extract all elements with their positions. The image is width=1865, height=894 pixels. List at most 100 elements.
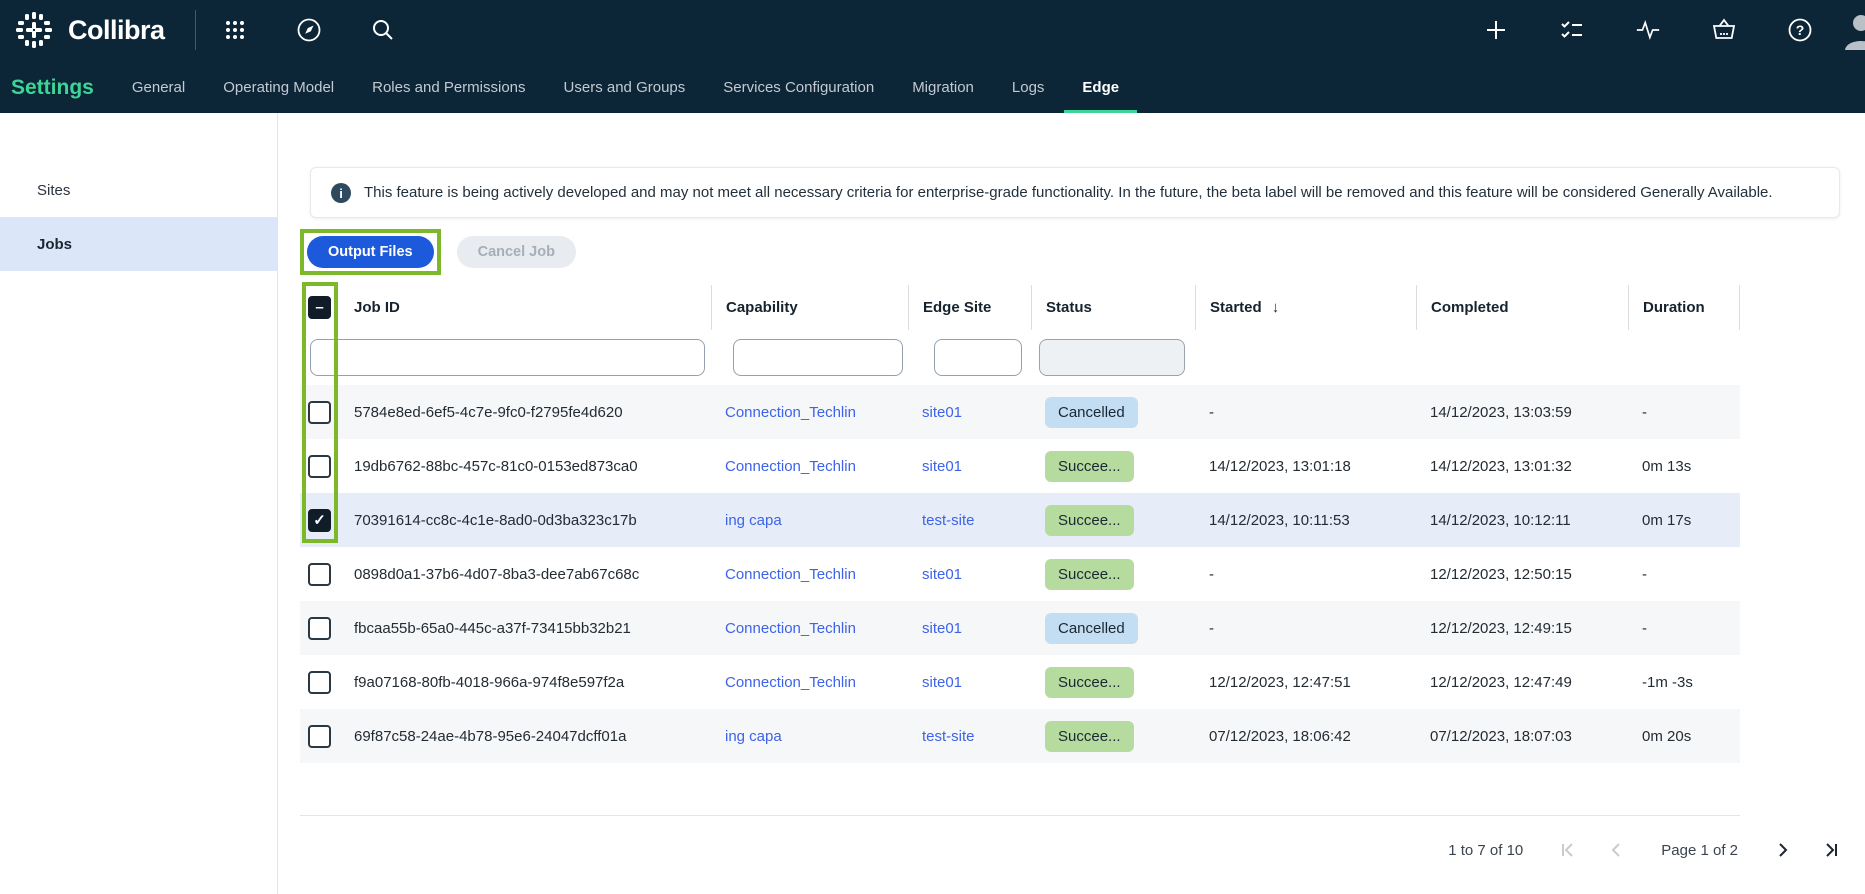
table-row[interactable]: 69f87c58-24ae-4b78-95e6-24047dcff01a ing…	[300, 709, 1740, 763]
tab-roles-and-permissions[interactable]: Roles and Permissions	[372, 79, 525, 113]
apps-grid-icon[interactable]	[222, 17, 248, 43]
edge-site-link[interactable]: site01	[922, 620, 962, 637]
svg-text:?: ?	[1796, 22, 1805, 38]
topbar-divider	[195, 10, 196, 50]
row-checkbox[interactable]	[308, 725, 331, 748]
row-checkbox[interactable]	[308, 671, 331, 694]
pagination-bar: 1 to 7 of 10 Page 1 of 2	[300, 841, 1840, 859]
status-badge: Succee...	[1045, 721, 1134, 752]
status-badge: Succee...	[1045, 667, 1134, 698]
tab-logs[interactable]: Logs	[1012, 79, 1045, 113]
tab-general[interactable]: General	[132, 79, 185, 113]
search-icon[interactable]	[370, 17, 396, 43]
edge-site-link[interactable]: site01	[922, 674, 962, 691]
row-checkbox[interactable]	[308, 617, 331, 640]
completed-cell: 14/12/2023, 10:12:11	[1416, 512, 1628, 529]
capability-link[interactable]: Connection_Techlin	[725, 404, 856, 421]
basket-icon[interactable]	[1711, 17, 1737, 43]
table-row[interactable]: f9a07168-80fb-4018-966a-974f8e597f2a Con…	[300, 655, 1740, 709]
column-header-edge-site[interactable]: Edge Site	[908, 285, 1031, 330]
brand[interactable]: Collibra	[12, 8, 165, 52]
sidebar-item-sites[interactable]: Sites	[0, 163, 277, 217]
edge-site-link[interactable]: test-site	[922, 512, 975, 529]
capability-link[interactable]: Connection_Techlin	[725, 458, 856, 475]
duration-cell: 0m 20s	[1628, 728, 1740, 745]
table-footer-divider	[300, 815, 1740, 816]
compass-icon[interactable]	[296, 17, 322, 43]
status-badge: Cancelled	[1045, 397, 1138, 428]
started-cell: 12/12/2023, 12:47:51	[1195, 674, 1416, 691]
add-plus-icon[interactable]	[1483, 17, 1509, 43]
row-checkbox[interactable]	[308, 401, 331, 424]
edge-site-filter-input[interactable]	[934, 339, 1022, 376]
user-avatar[interactable]	[1841, 10, 1865, 50]
job-id-cell: 19db6762-88bc-457c-81c0-0153ed873ca0	[346, 458, 711, 475]
started-cell: 14/12/2023, 13:01:18	[1195, 458, 1416, 475]
column-header-started[interactable]: Started ↓	[1195, 285, 1416, 330]
first-page-icon[interactable]	[1559, 841, 1577, 859]
sort-descending-icon[interactable]: ↓	[1272, 299, 1280, 316]
duration-cell: 0m 13s	[1628, 458, 1740, 475]
started-cell: -	[1195, 404, 1416, 421]
info-icon: i	[331, 183, 351, 203]
settings-nav: Settings General Operating Model Roles a…	[0, 60, 1865, 113]
collibra-logo-icon	[12, 8, 56, 52]
tab-operating-model[interactable]: Operating Model	[223, 79, 334, 113]
table-row[interactable]: 19db6762-88bc-457c-81c0-0153ed873ca0 Con…	[300, 439, 1740, 493]
tasks-checklist-icon[interactable]	[1559, 17, 1585, 43]
tab-migration[interactable]: Migration	[912, 79, 974, 113]
page-title: Settings	[11, 76, 94, 113]
table-row[interactable]: ✓ 70391614-cc8c-4c1e-8ad0-0d3ba323c17b i…	[300, 493, 1740, 547]
duration-cell: -	[1628, 566, 1740, 583]
completed-cell: 14/12/2023, 13:01:32	[1416, 458, 1628, 475]
next-page-icon[interactable]	[1774, 841, 1792, 859]
started-cell: 07/12/2023, 18:06:42	[1195, 728, 1416, 745]
status-badge: Succee...	[1045, 505, 1134, 536]
tab-edge[interactable]: Edge	[1064, 79, 1137, 113]
row-checkbox[interactable]: ✓	[308, 509, 331, 532]
cancel-job-button[interactable]: Cancel Job	[457, 236, 576, 268]
edge-site-link[interactable]: site01	[922, 566, 962, 583]
capability-link[interactable]: Connection_Techlin	[725, 620, 856, 637]
column-header-capability[interactable]: Capability	[711, 285, 908, 330]
table-row[interactable]: 0898d0a1-37b6-4d07-8ba3-dee7ab67c68c Con…	[300, 547, 1740, 601]
row-checkbox[interactable]	[308, 563, 331, 586]
sidebar-item-jobs[interactable]: Jobs	[0, 217, 277, 271]
job-id-cell: f9a07168-80fb-4018-966a-974f8e597f2a	[346, 674, 711, 691]
capability-link[interactable]: Connection_Techlin	[725, 566, 856, 583]
capability-filter-input[interactable]	[733, 339, 903, 376]
job-id-cell: 0898d0a1-37b6-4d07-8ba3-dee7ab67c68c	[346, 566, 711, 583]
help-icon[interactable]: ?	[1787, 17, 1813, 43]
table-row[interactable]: fbcaa55b-65a0-445c-a37f-73415bb32b21 Con…	[300, 601, 1740, 655]
job-id-filter-input[interactable]	[310, 339, 705, 376]
select-all-checkbox[interactable]: –	[308, 296, 331, 319]
tab-services-configuration[interactable]: Services Configuration	[723, 79, 874, 113]
column-header-job-id[interactable]: Job ID	[346, 299, 711, 316]
duration-cell: 0m 17s	[1628, 512, 1740, 529]
column-header-status[interactable]: Status	[1031, 285, 1195, 330]
capability-link[interactable]: ing capa	[725, 512, 782, 529]
duration-cell: -1m -3s	[1628, 674, 1740, 691]
last-page-icon[interactable]	[1822, 841, 1840, 859]
edge-site-link[interactable]: site01	[922, 404, 962, 421]
top-bar: Collibra	[0, 0, 1865, 113]
completed-cell: 12/12/2023, 12:50:15	[1416, 566, 1628, 583]
job-id-cell: fbcaa55b-65a0-445c-a37f-73415bb32b21	[346, 620, 711, 637]
sidebar: Sites Jobs	[0, 113, 278, 894]
started-cell: -	[1195, 620, 1416, 637]
status-badge: Cancelled	[1045, 613, 1138, 644]
column-header-duration[interactable]: Duration	[1628, 285, 1740, 330]
activity-pulse-icon[interactable]	[1635, 17, 1661, 43]
status-filter-select[interactable]	[1039, 339, 1185, 376]
edge-site-link[interactable]: test-site	[922, 728, 975, 745]
tab-users-and-groups[interactable]: Users and Groups	[564, 79, 686, 113]
column-header-completed[interactable]: Completed	[1416, 285, 1628, 330]
completed-cell: 07/12/2023, 18:07:03	[1416, 728, 1628, 745]
row-checkbox[interactable]	[308, 455, 331, 478]
edge-site-link[interactable]: site01	[922, 458, 962, 475]
table-row[interactable]: 5784e8ed-6ef5-4c7e-9fc0-f2795fe4d620 Con…	[300, 385, 1740, 439]
capability-link[interactable]: Connection_Techlin	[725, 674, 856, 691]
output-files-button[interactable]: Output Files	[307, 236, 434, 268]
capability-link[interactable]: ing capa	[725, 728, 782, 745]
previous-page-icon[interactable]	[1607, 841, 1625, 859]
